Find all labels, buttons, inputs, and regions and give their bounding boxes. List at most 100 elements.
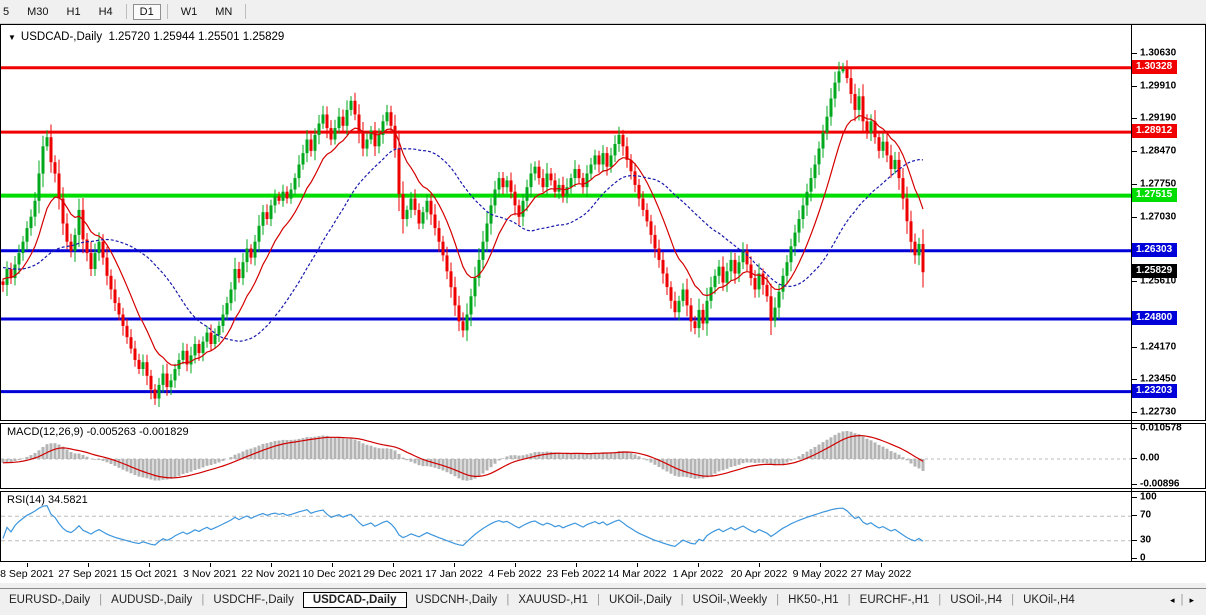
date-tick-label: 10 Dec 2021 (302, 568, 362, 580)
chart-ohlc-values: 1.25720 1.25944 1.25501 1.25829 (108, 31, 284, 43)
rsi-scale-label: 0 (1140, 553, 1146, 564)
chart-tab-usdcnh-daily[interactable]: USDCNH-,Daily (407, 592, 507, 608)
axis-tick-mark (1132, 86, 1137, 87)
tab-scroll-right-icon[interactable]: ▸ (1183, 593, 1200, 608)
tab-scroll-controls: ◂|▸ (1164, 592, 1200, 608)
date-tick-label: 15 Oct 2021 (120, 568, 177, 580)
candlestick-chart[interactable] (1, 25, 1132, 420)
price-axis-line (1131, 24, 1132, 562)
axis-tick-mark (1132, 281, 1137, 282)
toolbar-separator (245, 4, 246, 19)
trading-terminal-screen: 5M30 H1H4 D1 W1MN ▼ USDCAD-,Daily 1.25720 1.… (0, 0, 1206, 615)
timeframe-button-d1[interactable]: D1 (133, 4, 161, 20)
price-tick-label: 1.28470 (1140, 146, 1176, 157)
timeframe-toolbar: 5M30 H1H4 D1 W1MN (0, 0, 1206, 24)
axis-tick-mark (1132, 558, 1137, 559)
date-tick-label: 4 Feb 2022 (488, 568, 541, 580)
rsi-scale-label: 30 (1140, 534, 1151, 545)
axis-tick-mark (1132, 515, 1137, 516)
date-tick-label: 27 Sep 2021 (58, 568, 118, 580)
price-tick-label: 1.30630 (1140, 48, 1176, 59)
rsi-scale-label: 70 (1140, 510, 1151, 521)
chart-tab-eurusd-daily[interactable]: EURUSD-,Daily (0, 592, 99, 608)
axis-tick-mark (1132, 484, 1137, 485)
date-tick-mark (759, 563, 760, 567)
timeframe-button-h4[interactable]: H4 (92, 4, 120, 20)
date-tick-label: 8 Sep 2021 (0, 568, 54, 580)
rsi-chart (1, 492, 1132, 561)
price-tick-label: 1.27030 (1140, 211, 1176, 222)
axis-tick-mark (1132, 428, 1137, 429)
macd-scale-label: -0.00896 (1140, 479, 1179, 490)
rsi-panel[interactable] (0, 491, 1206, 562)
date-tick-label: 20 Apr 2022 (731, 568, 788, 580)
toolbar-separator (126, 4, 127, 19)
chart-tab-hk50-h1[interactable]: HK50-,H1 (779, 592, 848, 608)
price-tick-label: 1.29190 (1140, 113, 1176, 124)
chart-tab-usoil-weekly[interactable]: USOil-,Weekly (684, 592, 777, 608)
rsi-label: RSI(14) 34.5821 (7, 494, 88, 506)
level-price-badge: 1.24800 (1132, 311, 1177, 325)
chart-tab-usdchf-daily[interactable]: USDCHF-,Daily (204, 592, 303, 608)
axis-tick-mark (1132, 347, 1137, 348)
chart-tab-ukoil-h4[interactable]: UKOil-,H4 (1014, 592, 1084, 608)
macd-scale-label: 0.00 (1140, 453, 1159, 464)
axis-tick-mark (1132, 379, 1137, 380)
chart-tab-usdcad-daily[interactable]: USDCAD-,Daily (303, 592, 407, 608)
axis-tick-mark (1132, 540, 1137, 541)
main-chart-panel[interactable] (0, 24, 1206, 421)
timeframe-button-m30[interactable]: M30 (20, 4, 55, 20)
chart-tab-eurchf-h1[interactable]: EURCHF-,H1 (851, 592, 939, 608)
axis-tick-mark (1132, 412, 1137, 413)
timeframe-button-w1[interactable]: W1 (174, 4, 205, 20)
tab-scroll-left-icon[interactable]: ◂ (1164, 593, 1181, 608)
timeframe-button-mn[interactable]: MN (208, 4, 239, 20)
date-axis: 8 Sep 2021 27 Sep 202115 Oct 2021 3 Nov 20… (0, 563, 1131, 583)
level-price-badge: 1.30328 (1132, 60, 1177, 74)
level-price-badge: 1.27515 (1132, 188, 1177, 202)
axis-tick-mark (1132, 217, 1137, 218)
chart-dropdown-icon[interactable]: ▼ (8, 33, 16, 42)
chart-tab-usoil-h4[interactable]: USOil-,H4 (941, 592, 1011, 608)
macd-label: MACD(12,26,9) -0.005263 -0.001829 (7, 426, 189, 438)
price-tick-label: 1.22730 (1140, 407, 1176, 418)
axis-tick-mark (1132, 151, 1137, 152)
axis-tick-mark (1132, 53, 1137, 54)
chart-title: ▼ USDCAD-,Daily 1.25720 1.25944 1.25501 1… (8, 31, 284, 43)
axis-tick-mark (1132, 118, 1137, 119)
rsi-scale-label: 100 (1140, 492, 1157, 503)
date-tick-label: 14 Mar 2022 (608, 568, 667, 580)
date-tick-mark (576, 563, 577, 567)
date-tick-mark (149, 563, 150, 567)
macd-scale-label: 0.010578 (1140, 423, 1182, 434)
date-tick-mark (698, 563, 699, 567)
chart-tab-ukoil-daily[interactable]: UKOil-,Daily (600, 592, 681, 608)
current-price-badge: 1.25829 (1132, 264, 1177, 278)
date-tick-label: 3 Nov 2021 (183, 568, 237, 580)
date-tick-mark (454, 563, 455, 567)
date-tick-mark (881, 563, 882, 567)
date-tick-mark (820, 563, 821, 567)
date-tick-label: 29 Dec 2021 (363, 568, 423, 580)
timeframe-button-5[interactable]: 5 (0, 4, 16, 20)
timeframe-button-h1[interactable]: H1 (60, 4, 88, 20)
axis-tick-mark (1132, 497, 1137, 498)
date-tick-mark (27, 563, 28, 567)
date-tick-label: 22 Nov 2021 (241, 568, 301, 580)
date-tick-mark (515, 563, 516, 567)
chart-tab-audusd-daily[interactable]: AUDUSD-,Daily (102, 592, 201, 608)
price-tick-label: 1.29910 (1140, 80, 1176, 91)
chart-tab-xauusd-h1[interactable]: XAUUSD-,H1 (509, 592, 597, 608)
level-price-badge: 1.26303 (1132, 243, 1177, 257)
chart-tab-bar: EURUSD-,Daily|AUDUSD-,Daily|USDCHF-,Dail… (0, 588, 1206, 615)
level-price-badge: 1.28912 (1132, 124, 1177, 138)
date-tick-label: 9 May 2022 (793, 568, 848, 580)
date-tick-label: 23 Feb 2022 (547, 568, 606, 580)
date-tick-mark (393, 563, 394, 567)
chart-symbol-label: USDCAD-,Daily (21, 31, 102, 43)
date-tick-label: 27 May 2022 (851, 568, 912, 580)
level-price-badge: 1.23203 (1132, 384, 1177, 398)
price-tick-label: 1.24170 (1140, 341, 1176, 352)
date-tick-mark (210, 563, 211, 567)
date-tick-label: 1 Apr 2022 (673, 568, 724, 580)
